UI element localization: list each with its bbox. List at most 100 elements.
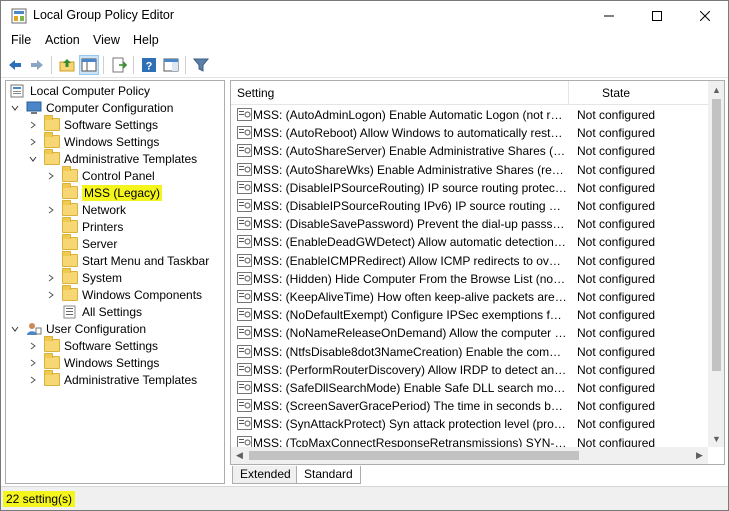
table-row[interactable]: MSS: (EnableDeadGWDetect) Allow automati… [231,233,708,251]
table-row[interactable]: MSS: (KeepAliveTime) How often keep-aliv… [231,288,708,306]
tree-item-software-settings[interactable]: Software Settings [28,114,159,133]
setting-name: MSS: (AutoShareServer) Enable Administra… [253,144,567,159]
scroll-up-icon[interactable]: ▲ [708,81,724,98]
scroll-down-icon[interactable]: ▼ [708,430,724,447]
tree-item-system[interactable]: System [46,267,122,286]
tree-item-printers[interactable]: Printers [46,216,123,235]
menu-help[interactable]: Help [133,33,159,47]
maximize-button[interactable] [634,1,680,31]
expanded-chevron-icon[interactable] [10,324,20,334]
minimize-button[interactable] [586,1,632,31]
close-button[interactable] [682,1,728,31]
tree-item-server[interactable]: Server [46,233,118,252]
collapsed-chevron-icon[interactable] [28,375,38,385]
forward-icon [31,60,43,70]
policy-setting-icon [237,162,252,176]
tab-standard[interactable]: Standard [296,466,361,484]
tree-label: Local Computer Policy [30,83,151,98]
folder-icon [44,131,60,148]
vertical-scrollbar[interactable]: ▲ ▼ [708,81,724,447]
table-row[interactable]: MSS: (AutoShareWks) Enable Administrativ… [231,161,708,179]
view-tabs: Extended Standard [230,466,725,484]
back-button[interactable] [5,55,25,75]
horizontal-scroll-thumb[interactable] [249,451,579,460]
table-row[interactable]: MSS: (NoDefaultExempt) Configure IPSec e… [231,306,708,324]
setting-name: MSS: (SynAttackProtect) Syn attack prote… [253,417,567,432]
tree-item-start-menu[interactable]: Start Menu and Taskbar [46,250,209,269]
up-folder-button[interactable] [57,55,77,75]
scroll-left-icon[interactable]: ◀ [231,447,248,464]
collapsed-chevron-icon[interactable] [46,290,56,300]
table-row[interactable]: MSS: (PerformRouterDiscovery) Allow IRDP… [231,361,708,379]
tree-item-administrative-templates[interactable]: Administrative Templates [28,148,197,167]
tree-item-windows-settings[interactable]: Windows Settings [28,131,159,150]
properties-pane-icon [163,58,179,72]
folder-icon [44,148,60,165]
table-row[interactable]: MSS: (NtfsDisable8dot3NameCreation) Enab… [231,343,708,361]
collapsed-chevron-icon[interactable] [46,205,56,215]
expanded-chevron-icon[interactable] [28,154,38,164]
table-row[interactable]: MSS: (NoNameReleaseOnDemand) Allow the c… [231,324,708,342]
policy-setting-icon [237,180,252,194]
table-row[interactable]: MSS: (AutoShareServer) Enable Administra… [231,142,708,160]
tree-label: Software Settings [64,117,159,132]
table-row[interactable]: MSS: (DisableSavePassword) Prevent the d… [231,215,708,233]
tree-item-user-configuration[interactable]: User Configuration [10,320,146,337]
table-row[interactable]: MSS: (DisableIPSourceRouting) IP source … [231,179,708,197]
expanded-chevron-icon[interactable] [10,103,20,113]
folder-icon [62,284,78,301]
tree-item-mss-legacy[interactable]: MSS (Legacy) [46,182,163,201]
collapsed-chevron-icon[interactable] [28,341,38,351]
menu-view[interactable]: View [93,33,120,47]
column-header-setting[interactable]: Setting [231,81,569,105]
tree-item-windows-components[interactable]: Windows Components [46,284,202,303]
scroll-right-icon[interactable]: ▶ [691,447,708,464]
vertical-scroll-thumb[interactable] [712,99,721,371]
window-title: Local Group Policy Editor [33,8,175,22]
column-header-state[interactable]: State [570,81,708,105]
collapsed-chevron-icon[interactable] [28,120,38,130]
collapsed-chevron-icon[interactable] [46,171,56,181]
tree-item-computer-configuration[interactable]: Computer Configuration [10,99,173,116]
tree-item-local-computer-policy[interactable]: Local Computer Policy [10,82,150,99]
table-row[interactable]: MSS: (AutoAdminLogon) Enable Automatic L… [231,106,708,124]
setting-name: MSS: (AutoAdminLogon) Enable Automatic L… [253,108,567,122]
forward-button[interactable] [27,55,47,75]
table-row[interactable]: MSS: (DisableIPSourceRouting IPv6) IP so… [231,197,708,215]
filter-button[interactable] [191,55,211,75]
setting-state: Not configured [577,362,656,377]
folder-icon [62,233,78,250]
horizontal-scrollbar[interactable]: ◀ ▶ [231,447,708,464]
collapsed-chevron-icon[interactable] [28,137,38,147]
menu-action[interactable]: Action [45,33,80,47]
policy-setting-icon [237,199,252,212]
menu-file[interactable]: File [11,33,31,47]
tree-item-network[interactable]: Network [46,199,126,218]
tree-item-control-panel[interactable]: Control Panel [46,165,155,184]
table-row[interactable]: MSS: (SafeDllSearchMode) Enable Safe DLL… [231,379,708,397]
table-row[interactable]: MSS: (ScreenSaverGracePeriod) The time i… [231,397,708,415]
tree-item-user-software-settings[interactable]: Software Settings [28,335,158,354]
export-list-button[interactable] [109,55,129,75]
properties-pane-button[interactable] [161,55,181,75]
tree-label: Server [82,236,118,251]
table-row[interactable]: MSS: (EnableICMPRedirect) Allow ICMP red… [231,252,708,270]
table-row[interactable]: MSS: (Hidden) Hide Computer From the Bro… [231,270,708,288]
settings-list: Setting State MSS: (AutoAdminLogon) Enab… [230,80,725,465]
policy-setting-icon [237,362,252,376]
policy-setting-icon [237,417,252,431]
policy-setting-icon [237,144,252,158]
collapsed-chevron-icon[interactable] [46,273,56,283]
tab-extended[interactable]: Extended [232,466,299,484]
show-hide-tree-button[interactable] [79,55,99,75]
collapsed-chevron-icon[interactable] [28,358,38,368]
setting-state: Not configured [577,344,656,359]
setting-name: MSS: (DisableIPSourceRouting IPv6) IP so… [253,199,567,213]
table-row[interactable]: MSS: (AutoReboot) Allow Windows to autom… [231,124,708,142]
computer-policy-icon [10,84,24,97]
tree-item-user-windows-settings[interactable]: Windows Settings [28,352,159,371]
help-button[interactable]: ? [139,55,159,75]
tree-item-all-settings[interactable]: All Settings [46,303,142,320]
table-row[interactable]: MSS: (SynAttackProtect) Syn attack prote… [231,415,708,433]
tree-item-user-administrative-templates[interactable]: Administrative Templates [28,369,197,388]
